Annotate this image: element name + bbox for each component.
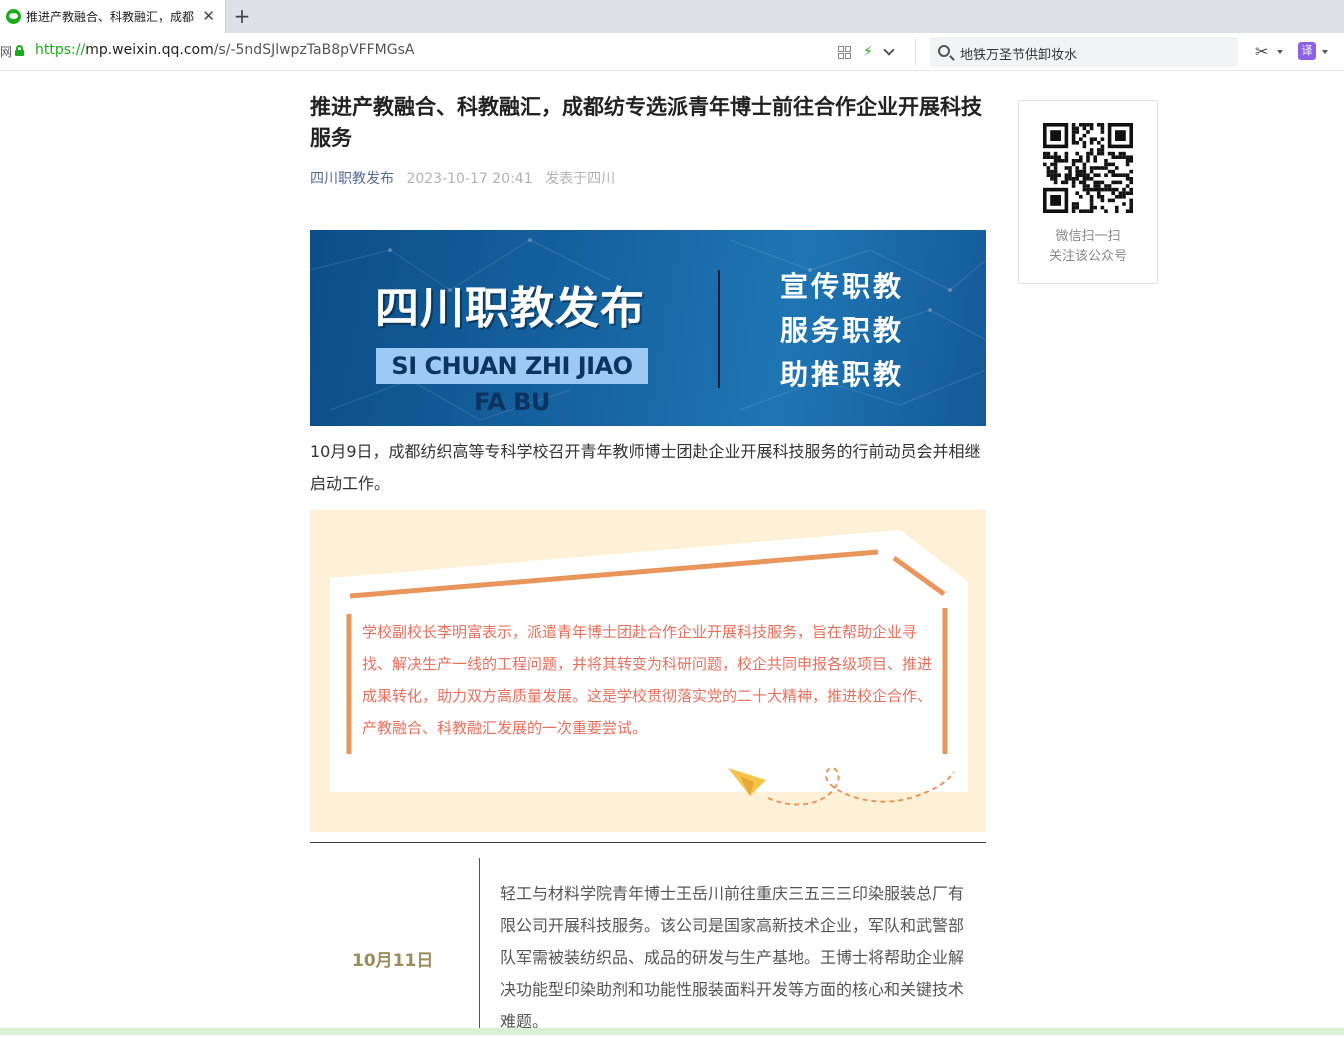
- author-link[interactable]: 四川职教发布: [310, 171, 394, 187]
- banner-slogan-line: 宣传职教: [780, 270, 905, 303]
- address-bar-icons: ⚡: [838, 42, 895, 62]
- scissors-icon[interactable]: ✂: [1255, 42, 1268, 62]
- url-path: /s/-5ndSJlwpzTaB8pVFFMGsA: [213, 42, 415, 58]
- section-date: 10月11日: [352, 951, 434, 971]
- translate-icon[interactable]: 译: [1298, 42, 1316, 60]
- quote-text: 学校副校长李明富表示，派遣青年博士团赴合作企业开展科技服务，旨在帮助企业寻找、解…: [362, 623, 933, 737]
- quote-card: 学校副校长李明富表示，派遣青年博士团赴合作企业开展科技服务，旨在帮助企业寻找、解…: [310, 510, 986, 832]
- qr-code-image: [1043, 123, 1133, 213]
- wechat-icon: [6, 9, 21, 24]
- search-icon: [938, 45, 950, 57]
- bottom-status-strip: [0, 1028, 1344, 1035]
- close-icon[interactable]: ✕: [202, 6, 215, 26]
- banner-divider: [718, 270, 720, 388]
- search-text: 地铁万圣节供卸妆水: [960, 48, 1078, 63]
- banner-slogan-line: 服务职教: [780, 314, 905, 347]
- article-meta: 四川职教发布 2023-10-17 20:41 发表于四川: [310, 168, 615, 188]
- qr-caption: 微信扫一扫 关注该公众号: [1019, 227, 1157, 267]
- lock-icon: [15, 45, 24, 56]
- new-tab-button[interactable]: +: [232, 3, 252, 29]
- toolbar-clipped-label: 网: [0, 45, 13, 59]
- banner-slogans: 宣传职教 服务职教 助推职教: [780, 265, 940, 397]
- publish-date: 2023-10-17 20:41: [406, 171, 533, 187]
- intro-paragraph: 10月9日，成都纺织高等专科学校召开青年教师博士团赴企业开展科技服务的行前动员会…: [310, 442, 981, 493]
- url-host: mp.weixin.qq.com: [85, 42, 214, 58]
- tab-bar: 推进产教融合、科教融汇，成都 ✕ +: [0, 0, 1344, 33]
- qr-panel: 微信扫一扫 关注该公众号: [1018, 100, 1158, 284]
- url-scheme: https://: [35, 42, 86, 58]
- banner-slogan-line: 助推职教: [780, 358, 905, 391]
- chevron-down-icon[interactable]: [883, 44, 895, 56]
- article-title: 推进产教融合、科教融汇，成都纺专选派青年博士前往合作企业开展科技服务: [310, 95, 982, 150]
- banner-brand-pinyin: SI CHUAN ZHI JIAO FA BU: [376, 348, 648, 416]
- article-page: 推进产教融合、科教融汇，成都纺专选派青年博士前往合作企业开展科技服务 四川职教发…: [0, 72, 1344, 1035]
- article-banner: 四川职教发布 SI CHUAN ZHI JIAO FA BU 宣传职教 服务职教…: [310, 230, 986, 426]
- banner-brand-title: 四川职教发布: [375, 283, 645, 334]
- section-divider: [310, 842, 986, 843]
- caret-down-icon[interactable]: [1277, 50, 1283, 54]
- browser-tab[interactable]: 推进产教融合、科教融汇，成都 ✕: [0, 0, 226, 33]
- lightning-icon[interactable]: ⚡: [863, 42, 873, 62]
- url-bar[interactable]: https://mp.weixin.qq.com/s/-5ndSJlwpzTaB…: [35, 42, 414, 58]
- timeline-line: [479, 858, 480, 1035]
- address-toolbar: 网 https://mp.weixin.qq.com/s/-5ndSJlwpzT…: [0, 33, 1344, 71]
- qr-code-icon[interactable]: [838, 45, 851, 59]
- qr-caption-line: 关注该公众号: [1048, 249, 1127, 264]
- section-paragraph: 轻工与材料学院青年博士王岳川前往重庆三五三三印染服装总厂有限公司开展科技服务。该…: [500, 884, 965, 1031]
- toolbar-divider: [915, 39, 916, 65]
- qr-caption-line: 微信扫一扫: [1055, 229, 1121, 244]
- search-input[interactable]: 地铁万圣节供卸妆水: [930, 37, 1238, 67]
- publish-location: 发表于四川: [545, 171, 616, 187]
- tab-title: 推进产教融合、科教融汇，成都: [26, 10, 195, 24]
- caret-down-icon[interactable]: [1322, 50, 1328, 54]
